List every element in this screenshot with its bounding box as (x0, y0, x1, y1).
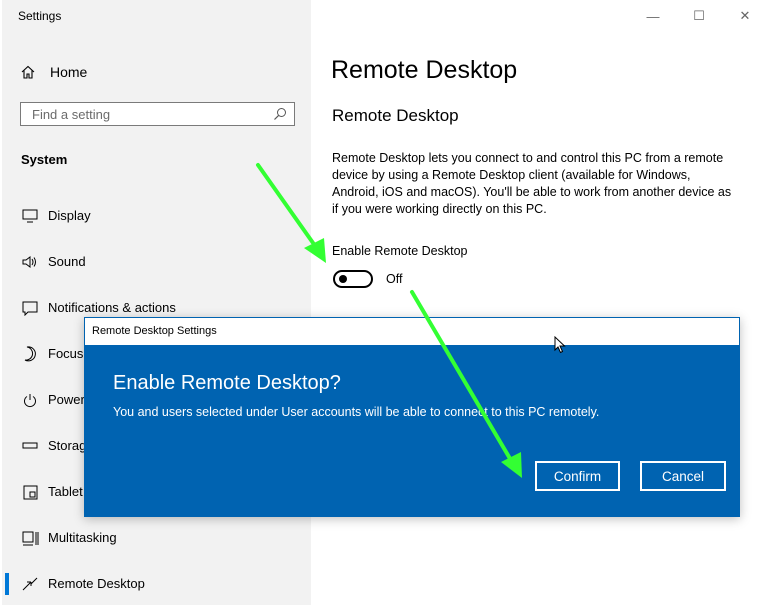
moon-icon (21, 345, 39, 363)
storage-icon (21, 437, 39, 455)
description-text: Remote Desktop lets you connect to and c… (332, 151, 732, 216)
window-controls: — ☐ ✕ (630, 0, 768, 32)
home-icon (21, 65, 35, 79)
toggle-state-text: Off (386, 272, 403, 286)
sidebar-item-remote-desktop[interactable]: Remote Desktop (2, 564, 311, 604)
mouse-cursor-icon (554, 336, 566, 354)
cancel-button[interactable]: Cancel (640, 461, 726, 491)
enable-remote-desktop-toggle[interactable] (333, 270, 373, 288)
search-input[interactable]: Find a setting (20, 102, 295, 126)
search-placeholder: Find a setting (32, 107, 111, 122)
multitasking-icon (21, 529, 39, 547)
settings-window: Settings Home Find a setting System Disp… (0, 0, 768, 605)
maximize-button[interactable]: ☐ (676, 0, 722, 32)
sidebar-item-label: Multitasking (48, 530, 117, 545)
close-button[interactable]: ✕ (722, 0, 768, 32)
sidebar-item-label: Notifications & actions (48, 300, 176, 315)
sidebar-item-label: Remote Desktop (48, 576, 145, 591)
power-icon (21, 391, 39, 409)
sidebar-item-sound[interactable]: Sound (2, 242, 311, 282)
remote-desktop-icon (21, 575, 39, 593)
section-header-system: System (21, 152, 68, 167)
sidebar-item-display[interactable]: Display (2, 196, 311, 236)
minimize-button[interactable]: — (630, 0, 676, 32)
active-indicator (5, 573, 9, 595)
monitor-icon (21, 207, 39, 225)
sidebar-item-label: Display (48, 208, 91, 223)
home-nav-item[interactable]: Home (21, 62, 87, 82)
sidebar-item-label: Sound (48, 254, 86, 269)
confirm-button[interactable]: Confirm (535, 461, 620, 491)
notification-icon (21, 299, 39, 317)
sidebar-item-multitasking[interactable]: Multitasking (2, 518, 311, 558)
tablet-icon (21, 483, 39, 501)
section-title: Remote Desktop (332, 106, 459, 125)
dialog-title: Remote Desktop Settings (92, 325, 217, 337)
toggle-label: Enable Remote Desktop (332, 244, 468, 258)
dialog-heading: Enable Remote Desktop? (113, 372, 341, 394)
search-icon (274, 108, 286, 120)
dialog-message: You and users selected under User accoun… (113, 405, 600, 419)
home-label: Home (50, 64, 88, 80)
remote-desktop-settings-dialog: Remote Desktop Settings Enable Remote De… (84, 317, 740, 517)
window-title: Settings (18, 9, 62, 23)
sidebar-item-label: Tablet (48, 484, 83, 499)
page-title: Remote Desktop (331, 56, 518, 84)
dialog-titlebar: Remote Desktop Settings (85, 318, 739, 345)
toggle-knob (339, 275, 347, 283)
speaker-icon (21, 253, 39, 271)
